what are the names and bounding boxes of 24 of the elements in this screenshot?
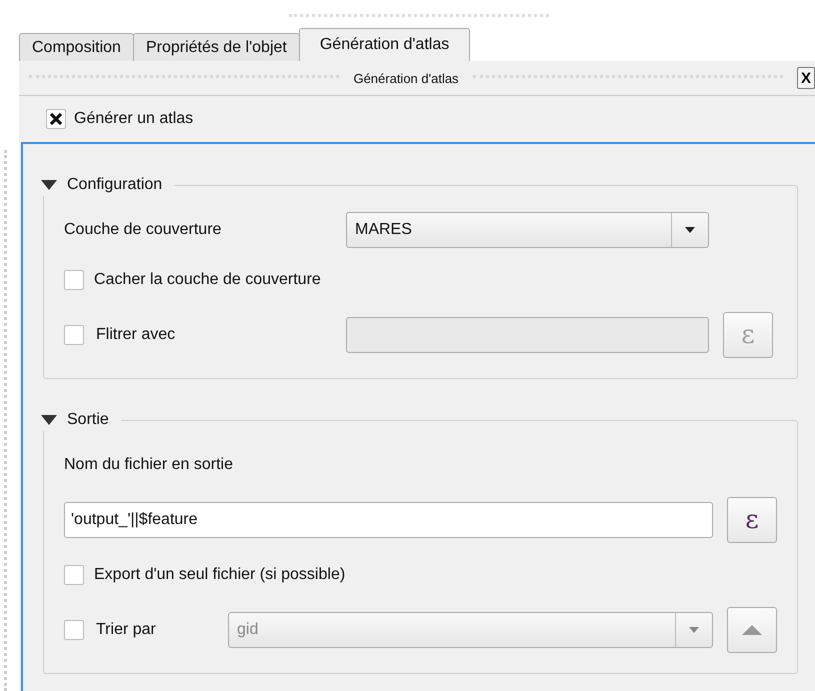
checkbox[interactable] <box>46 109 66 129</box>
checkbox-label: Export d'un seul fichier (si possible) <box>94 566 346 584</box>
dock-title: Génération d'atlas <box>353 70 459 86</box>
caret-icon <box>684 226 696 234</box>
up-triangle-icon <box>741 624 763 636</box>
expression-button[interactable]: ε <box>727 497 777 543</box>
tab[interactable]: Propriétés de l'objet <box>132 33 300 61</box>
close-button[interactable]: X <box>797 67 815 89</box>
sort-button[interactable] <box>727 607 777 653</box>
checkbox-label: Trier par <box>96 621 157 639</box>
checkbox[interactable] <box>64 565 84 585</box>
field-label: Couche de couverture <box>64 221 222 239</box>
input-field[interactable]: 'output_'||$feature <box>64 502 713 538</box>
checkbox[interactable] <box>64 270 84 290</box>
dropdown[interactable]: MARES <box>346 212 709 248</box>
checkbox-label: Cacher la couche de couverture <box>94 271 321 289</box>
checkbox-label: Générer un atlas <box>74 110 194 128</box>
tab[interactable]: Composition <box>19 33 134 61</box>
tab[interactable]: Génération d'atlas <box>298 28 470 61</box>
caret-icon <box>688 626 700 634</box>
group-title: Sortie <box>67 411 109 429</box>
group-title: Configuration <box>67 176 162 194</box>
field-label: Nom du fichier en sortie <box>64 456 233 474</box>
checkbox-label: Flitrer avec <box>96 326 176 344</box>
